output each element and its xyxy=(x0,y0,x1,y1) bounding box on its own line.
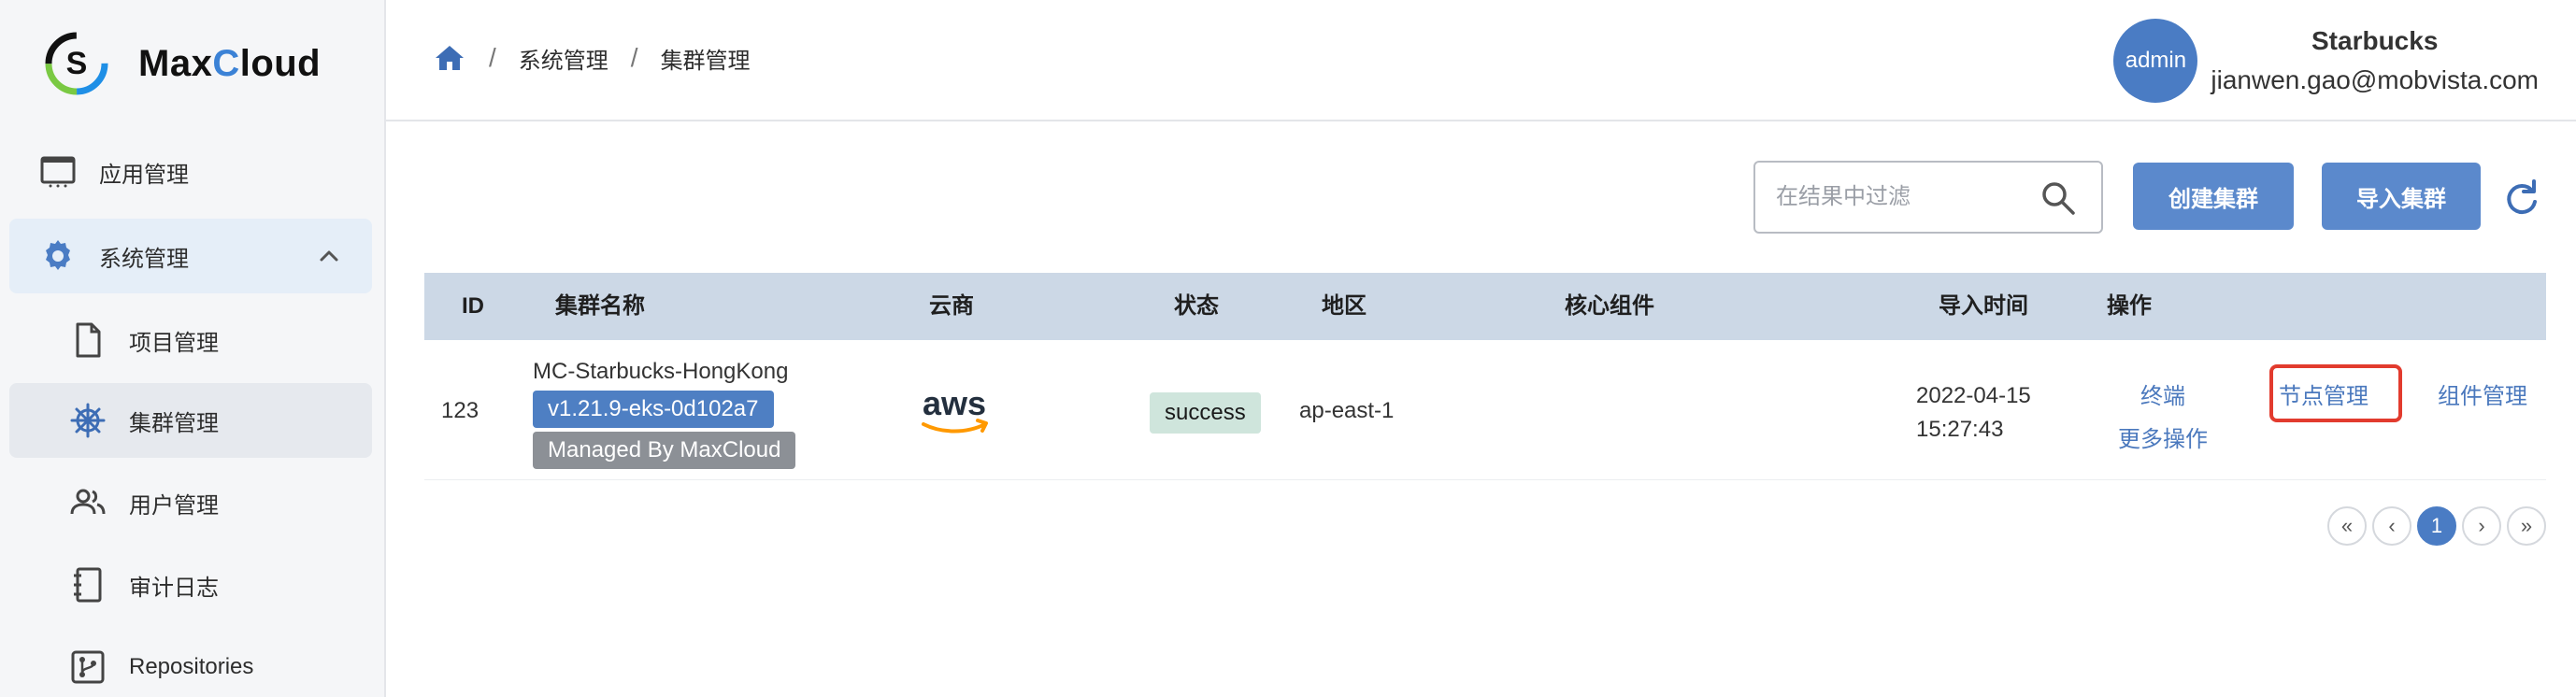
monitor-icon xyxy=(37,151,79,192)
user-info: Starbucks jianwen.gao@mobvista.com xyxy=(2211,26,2539,95)
column-header-region: 地区 xyxy=(1322,293,1367,319)
cell-import-time: 15:27:43 xyxy=(1916,417,2004,442)
highlight-annotation xyxy=(2269,364,2402,422)
column-header-name: 集群名称 xyxy=(555,293,645,319)
app-name: MaxCloud xyxy=(138,42,322,84)
sidebar-item-cluster-management[interactable]: 集群管理 xyxy=(9,383,372,458)
sidebar: S MaxCloud 应用管理 系统管理 项目管理 集群管理 用户管理 审计日志… xyxy=(0,0,386,697)
cell-import-date: 2022-04-15 xyxy=(1916,383,2031,408)
refresh-icon[interactable] xyxy=(2501,178,2540,217)
terminal-link[interactable]: 终端 xyxy=(2140,377,2185,410)
breadcrumb-separator: / xyxy=(630,43,638,72)
breadcrumb-separator: / xyxy=(489,43,496,72)
column-header-provider: 云商 xyxy=(929,293,974,319)
cell-region: ap-east-1 xyxy=(1299,398,1395,423)
table-header: ID 集群名称 云商 状态 地区 核心组件 导入时间 操作 xyxy=(424,273,2546,340)
cell-cluster-name[interactable]: MC-Starbucks-HongKong xyxy=(533,359,788,385)
gear-icon xyxy=(37,235,79,277)
chevron-up-icon[interactable] xyxy=(316,243,342,269)
sidebar-item-app-management[interactable]: 应用管理 xyxy=(0,135,386,209)
column-header-actions: 操作 xyxy=(2107,293,2152,319)
breadcrumb-item[interactable]: 系统管理 xyxy=(519,42,608,75)
cell-id: 123 xyxy=(441,398,479,423)
column-header-status: 状态 xyxy=(1174,293,1219,319)
sidebar-item-label: 用户管理 xyxy=(129,492,219,519)
sidebar-item-label: 应用管理 xyxy=(99,162,189,188)
user-organization: Starbucks xyxy=(2311,26,2439,55)
component-management-link[interactable]: 组件管理 xyxy=(2438,377,2527,410)
more-actions-link[interactable]: 更多操作 xyxy=(2118,420,2208,453)
sidebar-item-audit-log[interactable]: 审计日志 xyxy=(0,548,386,622)
prev-page-button[interactable]: ‹ xyxy=(2372,506,2411,546)
sidebar-item-repositories[interactable]: Repositories xyxy=(0,630,386,697)
sidebar-item-label: 集群管理 xyxy=(129,410,219,436)
next-page-button[interactable]: › xyxy=(2462,506,2501,546)
status-badge: success xyxy=(1150,392,1261,434)
sidebar-item-label: Repositories xyxy=(129,654,254,679)
search-box xyxy=(1753,161,2103,234)
sidebar-item-user-management[interactable]: 用户管理 xyxy=(0,465,386,540)
sidebar-item-label: 项目管理 xyxy=(129,330,219,356)
column-header-core-components: 核心组件 xyxy=(1565,293,1654,319)
home-icon[interactable] xyxy=(433,41,466,75)
page-number-button[interactable]: 1 xyxy=(2417,506,2456,546)
repository-icon xyxy=(67,647,108,688)
aws-logo-icon: aws xyxy=(922,384,988,434)
user-email: jianwen.gao@mobvista.com xyxy=(2211,65,2539,94)
sidebar-item-label: 审计日志 xyxy=(129,575,219,601)
helm-wheel-icon xyxy=(67,400,108,441)
user-menu[interactable]: admin Starbucks jianwen.gao@mobvista.com xyxy=(2113,19,2539,103)
sidebar-item-system-management[interactable]: 系统管理 xyxy=(9,219,372,293)
sidebar-item-label: 系统管理 xyxy=(99,246,189,272)
sidebar-item-project-management[interactable]: 项目管理 xyxy=(0,303,386,377)
managed-badge: Managed By MaxCloud xyxy=(533,432,796,469)
first-page-button[interactable]: « xyxy=(2327,506,2367,546)
breadcrumb-item-current: 集群管理 xyxy=(660,48,751,74)
maxcloud-logo[interactable]: S MaxCloud xyxy=(43,30,321,97)
column-header-import-time: 导入时间 xyxy=(1939,293,2028,319)
notebook-icon xyxy=(67,564,108,605)
version-badge: v1.21.9-eks-0d102a7 xyxy=(533,391,774,428)
top-header: / 系统管理 / 集群管理 admin Starbucks jianwen.ga… xyxy=(386,0,2576,121)
search-icon[interactable] xyxy=(2039,179,2077,217)
create-cluster-button[interactable]: 创建集群 xyxy=(2133,163,2294,230)
column-header-id: ID xyxy=(462,293,484,319)
app-root: S MaxCloud 应用管理 系统管理 项目管理 集群管理 用户管理 审计日志… xyxy=(0,0,2576,697)
document-icon xyxy=(67,320,108,361)
avatar[interactable]: admin xyxy=(2113,19,2198,103)
svg-text:S: S xyxy=(66,46,88,81)
svg-text:aws: aws xyxy=(923,384,986,422)
breadcrumb: / 系统管理 / 集群管理 xyxy=(433,41,751,75)
search-input[interactable] xyxy=(1776,163,2038,232)
users-icon xyxy=(67,482,108,523)
last-page-button[interactable]: » xyxy=(2507,506,2546,546)
maxcloud-logo-icon: S xyxy=(45,32,108,95)
table-row: 123 MC-Starbucks-HongKong v1.21.9-eks-0d… xyxy=(424,340,2546,480)
import-cluster-button[interactable]: 导入集群 xyxy=(2322,163,2481,230)
